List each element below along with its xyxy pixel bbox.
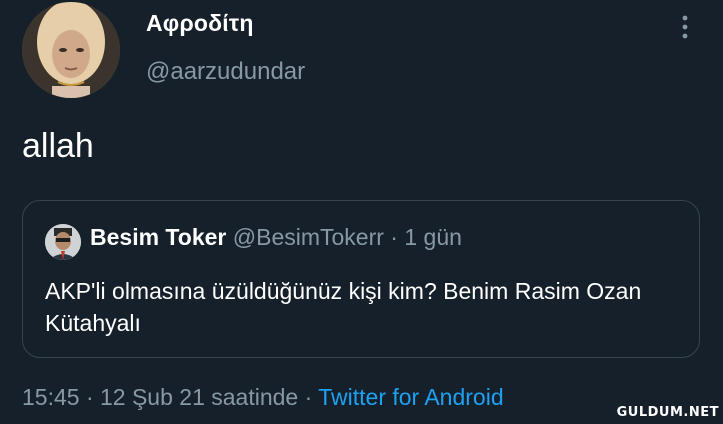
tweet-source-link[interactable]: Twitter for Android	[318, 384, 503, 410]
quote-author-handle[interactable]: @BesimTokerr	[233, 224, 384, 250]
meta-separator: ·	[298, 384, 319, 410]
quote-author-name[interactable]: Besim Toker	[90, 224, 226, 250]
quote-time[interactable]: 1 gün	[404, 224, 462, 250]
avatar[interactable]	[22, 2, 120, 98]
tweet-meta: 15:45 · 12 Şub 21 saatinde · Twitter for…	[22, 384, 504, 411]
more-vertical-icon[interactable]	[676, 12, 694, 42]
display-name[interactable]: Αφροδίτη	[146, 10, 254, 37]
quote-separator: ·	[383, 224, 405, 250]
quote-avatar[interactable]	[45, 224, 81, 260]
tweet: Αφροδίτη @aarzudundar allah Besim Toker …	[0, 0, 723, 424]
quote-header: Besim Toker @BesimTokerr · 1 gün	[90, 224, 462, 251]
quote-text: AKP'li olmasına üzüldüğünüz kişi kim? Be…	[45, 278, 642, 336]
quoted-tweet-card[interactable]: Besim Toker @BesimTokerr · 1 gün AKP'li …	[22, 200, 700, 358]
tweet-text: allah	[22, 127, 94, 165]
watermark: GULDUM.NET	[616, 405, 719, 420]
user-handle[interactable]: @aarzudundar	[146, 58, 305, 86]
tweet-timestamp[interactable]: 15:45 · 12 Şub 21 saatinde	[22, 384, 298, 410]
